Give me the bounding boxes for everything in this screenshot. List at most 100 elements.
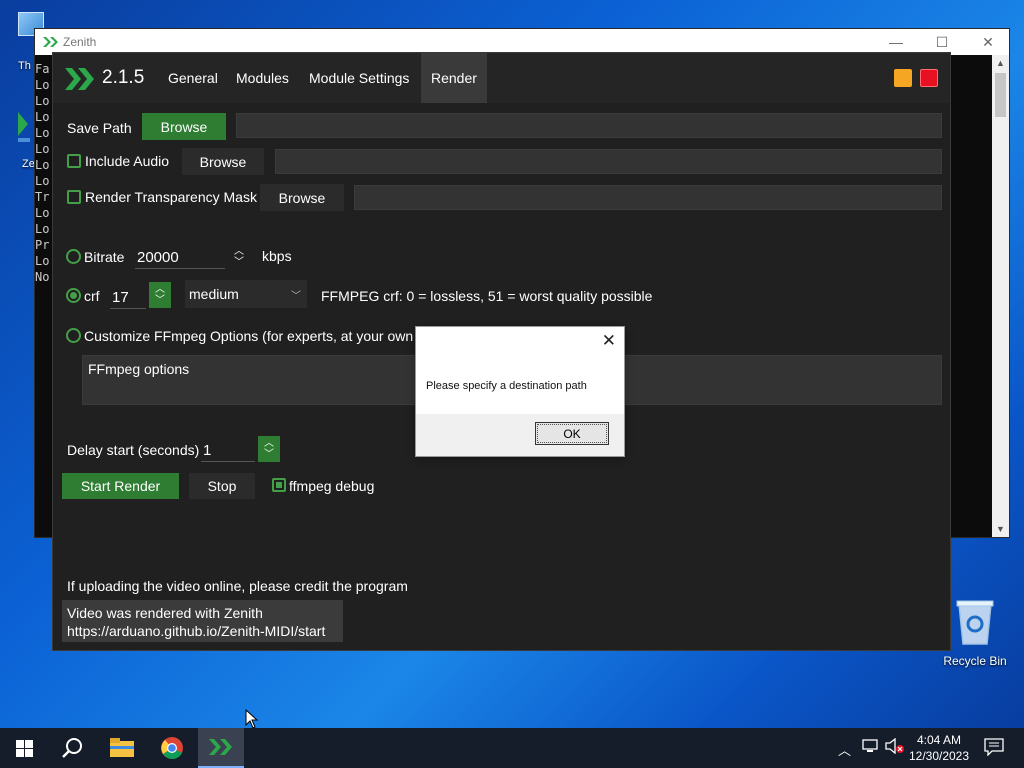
close-app-button[interactable] [920,69,938,87]
console-line: Lo [35,78,50,92]
custom-options-radio[interactable] [66,328,81,343]
scroll-thumb[interactable] [995,73,1006,117]
transparency-mask-label: Render Transparency Mask [85,189,257,205]
mask-path-input[interactable] [354,185,942,210]
chevron-down-icon[interactable]: ﹀ [264,449,274,460]
mouse-cursor-icon [245,709,259,729]
audio-browse-button[interactable]: Browse [182,148,264,175]
console-line: Lo [35,174,50,188]
tab-general[interactable]: General [158,53,228,103]
tab-modules[interactable]: Modules [226,53,299,103]
zenith-shortcut-icon [18,112,34,142]
zenith-logo-icon [43,37,58,47]
network-icon[interactable] [862,738,880,757]
console-line: No [35,270,50,284]
close-button[interactable]: ✕ [965,29,1011,55]
credit-heading: If uploading the video online, please cr… [67,578,408,594]
windows-icon [15,739,33,757]
taskbar: ︿ 4:04 AM 12/30/2023 [0,728,1024,768]
tab-module-settings[interactable]: Module Settings [299,53,419,103]
search-icon [62,738,82,758]
scroll-down-icon[interactable]: ▼ [992,524,1009,534]
notification-icon[interactable] [984,738,1004,759]
chevron-down-icon[interactable]: ﹀ [234,257,244,268]
chevron-down-icon[interactable]: ﹀ [291,287,301,302]
app-header[interactable]: 2.1.5 General Modules Module Settings Re… [53,53,950,103]
credit-line: https://arduano.github.io/Zenith-MIDI/st… [67,623,326,639]
chrome-button[interactable] [148,728,196,768]
dialog-close-button[interactable]: ✕ [602,331,616,351]
bitrate-stepper[interactable]: ︿ ﹀ [228,244,250,270]
save-path-browse-button[interactable]: Browse [142,113,226,140]
chevron-down-icon[interactable]: ﹀ [155,295,165,306]
zenith-taskbar-button[interactable] [198,728,244,768]
scroll-up-icon[interactable]: ▲ [992,58,1009,68]
clock-date: 12/30/2023 [908,749,970,763]
app-version: 2.1.5 [102,67,145,88]
recycle-bin-icon [955,600,995,646]
console-output: Fa Lo Lo Lo Lo Lo Lo Lo Tr Lo Lo Pr Lo N… [35,61,49,285]
message-dialog: ✕ Please specify a destination path OK [415,326,625,457]
search-button[interactable] [48,728,96,768]
custom-options-label: Customize FFmpeg Options (for experts, a… [84,328,414,344]
console-line: Lo [35,94,50,108]
zenith-logo-icon [65,68,94,90]
console-line: Lo [35,158,50,172]
file-explorer-button[interactable] [98,728,146,768]
crf-input[interactable]: 17 [110,289,146,309]
shortcut-label: Th [18,60,31,72]
console-line: Pr [35,238,50,252]
console-line: Lo [35,206,50,220]
console-line: Tr [35,190,50,204]
minimize-app-button[interactable] [894,69,912,87]
transparency-mask-checkbox[interactable] [67,190,81,204]
clock-time: 4:04 AM [916,733,962,747]
delay-stepper[interactable]: ︿ ﹀ [258,436,280,462]
volume-muted-icon[interactable] [885,737,905,757]
console-line: Lo [35,142,50,156]
audio-path-input[interactable] [275,149,942,174]
recycle-bin-label: Recycle Bin [943,654,1007,668]
bitrate-label: Bitrate [84,249,125,265]
start-render-button[interactable]: Start Render [62,473,179,499]
ok-button[interactable]: OK [535,422,609,445]
ffmpeg-options-placeholder: FFmpeg options [88,361,190,377]
dialog-message: Please specify a destination path [426,380,587,392]
folder-icon [110,738,134,757]
preset-select[interactable]: medium ﹀ [185,280,307,308]
console-line: Lo [35,222,50,236]
save-path-input[interactable] [236,113,942,138]
taskbar-clock[interactable]: 4:04 AM 12/30/2023 [905,732,973,764]
zenith-logo-icon [209,739,232,755]
chevron-up-icon[interactable]: ︿ [264,438,274,449]
preset-value: medium [189,286,239,302]
console-line: Lo [35,126,50,140]
start-button[interactable] [0,728,48,768]
include-audio-label: Include Audio [85,153,170,169]
credit-text-box[interactable]: Video was rendered with Zenith https://a… [62,600,343,642]
delay-input[interactable]: 1 [201,442,255,462]
chevron-up-icon[interactable]: ︿ [155,284,165,295]
bitrate-unit: kbps [262,248,292,264]
crf-stepper[interactable]: ︿ ﹀ [149,282,171,308]
console-line: Lo [35,110,50,124]
chevron-up-icon[interactable]: ︿ [234,246,244,257]
console-line: Fa [35,62,50,76]
save-path-label: Save Path [67,120,132,136]
crf-note: FFMPEG crf: 0 = lossless, 51 = worst qua… [321,288,653,304]
bitrate-radio[interactable] [66,249,81,264]
bitrate-input[interactable]: 20000 [135,249,225,269]
desktop-shortcuts-partial[interactable]: Th Ze [14,12,44,192]
include-audio-checkbox[interactable] [67,154,81,168]
crf-radio[interactable] [66,288,81,303]
ffmpeg-debug-checkbox[interactable] [272,478,286,492]
credit-line: Video was rendered with Zenith [67,605,263,621]
console-scrollbar[interactable]: ▲ ▼ [992,55,1009,537]
recycle-bin[interactable]: Recycle Bin [942,600,1008,668]
stop-button[interactable]: Stop [189,473,255,499]
console-line: Lo [35,254,50,268]
tray-chevron-icon[interactable]: ︿ [838,740,851,759]
tab-render[interactable]: Render [421,53,487,103]
chrome-icon [161,737,183,759]
mask-browse-button[interactable]: Browse [260,184,344,211]
